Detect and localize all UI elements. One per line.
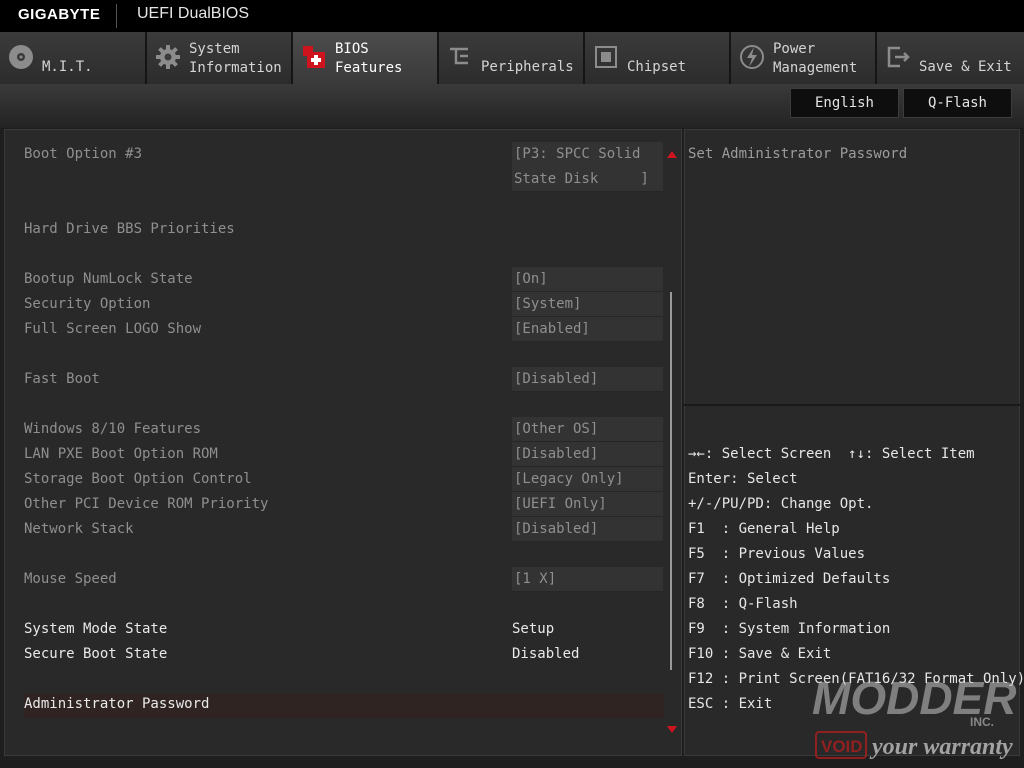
title-bar: GIGABYTE UEFI DualBIOS [0,0,1024,32]
disc-icon [9,45,33,69]
tab-peripherals[interactable]: Peripherals [439,32,585,84]
help-key-line: Enter: Select [688,471,798,487]
help-key-line: +/-/PU/PD: Change Opt. [688,496,874,512]
watermark-text-tagline: your warranty [869,734,1013,760]
setting-value[interactable]: [UEFI Only] [512,492,663,517]
watermark-logo: MODDERS INC. VOID your warranty [812,672,1017,760]
language-button[interactable]: English [790,88,899,118]
help-key-line: F10 : Save & Exit [688,646,832,662]
main-tabs: M.I.T. System Information BIOS Features … [0,32,1024,84]
gear-icon [156,45,180,69]
setting-label: Secure Boot State [24,646,168,662]
help-key-line: F7 : Optimized Defaults [688,571,891,587]
help-key-line: F1 : General Help [688,521,840,537]
setting-label: System Mode State [24,621,168,637]
setting-value[interactable]: [Enabled] [512,317,663,342]
selected-row[interactable]: Administrator Password [24,694,664,718]
setting-label[interactable]: Storage Boot Option Control [24,470,252,488]
tab-label: M.I.T. [42,59,93,75]
setting-label[interactable]: Other PCI Device ROM Priority [24,495,268,513]
tab-bios-features[interactable]: BIOS Features [293,32,439,84]
setting-value[interactable]: [1 X] [512,567,663,592]
peripherals-icon [450,47,468,65]
help-key-line: F9 : System Information [688,621,891,637]
setting-label[interactable]: LAN PXE Boot Option ROM [24,445,218,463]
help-divider [684,404,1020,406]
tab-label: Chipset [627,59,687,75]
watermark-text-inc: INC. [970,715,994,729]
tab-label: Save & Exit [919,59,1012,75]
setting-label[interactable]: Hard Drive BBS Priorities [24,220,235,238]
tab-save-exit[interactable]: Save & Exit [877,32,1024,84]
tab-mit[interactable]: M.I.T. [0,32,147,84]
setting-label[interactable]: Windows 8/10 Features [24,420,201,438]
help-key-line: →←: Select Screen ↑↓: Select Item [688,446,975,462]
setting-label[interactable]: Fast Boot [24,370,100,388]
tab-system-information[interactable]: System Information [147,32,293,84]
setting-value[interactable]: [Disabled] [512,517,663,542]
bios-features-icon [303,46,325,68]
power-icon [740,45,764,69]
scrollbar-thumb[interactable] [670,292,672,670]
tab-label: Power Management [773,41,858,76]
setting-label[interactable]: Security Option [24,295,150,313]
setting-label[interactable]: Network Stack [24,520,134,538]
brand-logo: GIGABYTE [18,6,101,23]
watermark-text-void: VOID [821,737,863,756]
setting-value[interactable]: [P3: SPCC Solid State Disk ] [512,142,663,192]
tab-power-management[interactable]: Power Management [731,32,877,84]
tab-label: System Information [189,41,282,76]
exit-door-icon [887,46,910,68]
help-key-line: ESC : Exit [688,696,773,712]
setting-label[interactable]: Full Screen LOGO Show [24,320,201,338]
title-divider [116,4,117,28]
help-key-line: F8 : Q-Flash [688,596,798,612]
setting-value: Disabled [512,646,580,662]
help-key-line: F5 : Previous Values [688,546,866,562]
setting-label[interactable]: Boot Option #3 [24,145,142,163]
setting-value[interactable]: [On] [512,267,663,292]
setting-value: Setup [512,621,555,637]
setting-value[interactable]: [Other OS] [512,417,663,442]
product-name: UEFI DualBIOS [137,5,250,22]
tab-label: Peripherals [481,59,574,75]
tab-chipset[interactable]: Chipset [585,32,731,84]
tab-label: BIOS Features [335,41,403,76]
setting-label[interactable]: Bootup NumLock State [24,270,193,288]
chipset-icon [595,46,617,68]
qflash-button[interactable]: Q-Flash [903,88,1012,118]
setting-label: Administrator Password [24,696,210,712]
setting-label[interactable]: Mouse Speed [24,570,117,588]
help-description: Set Administrator Password [688,146,908,162]
setting-value[interactable]: [Legacy Only] [512,467,663,492]
scroll-down-icon[interactable] [667,726,677,733]
setting-value[interactable]: [System] [512,292,663,317]
scroll-up-icon[interactable] [667,151,677,158]
setting-value[interactable]: [Disabled] [512,367,663,392]
setting-value[interactable]: [Disabled] [512,442,663,467]
